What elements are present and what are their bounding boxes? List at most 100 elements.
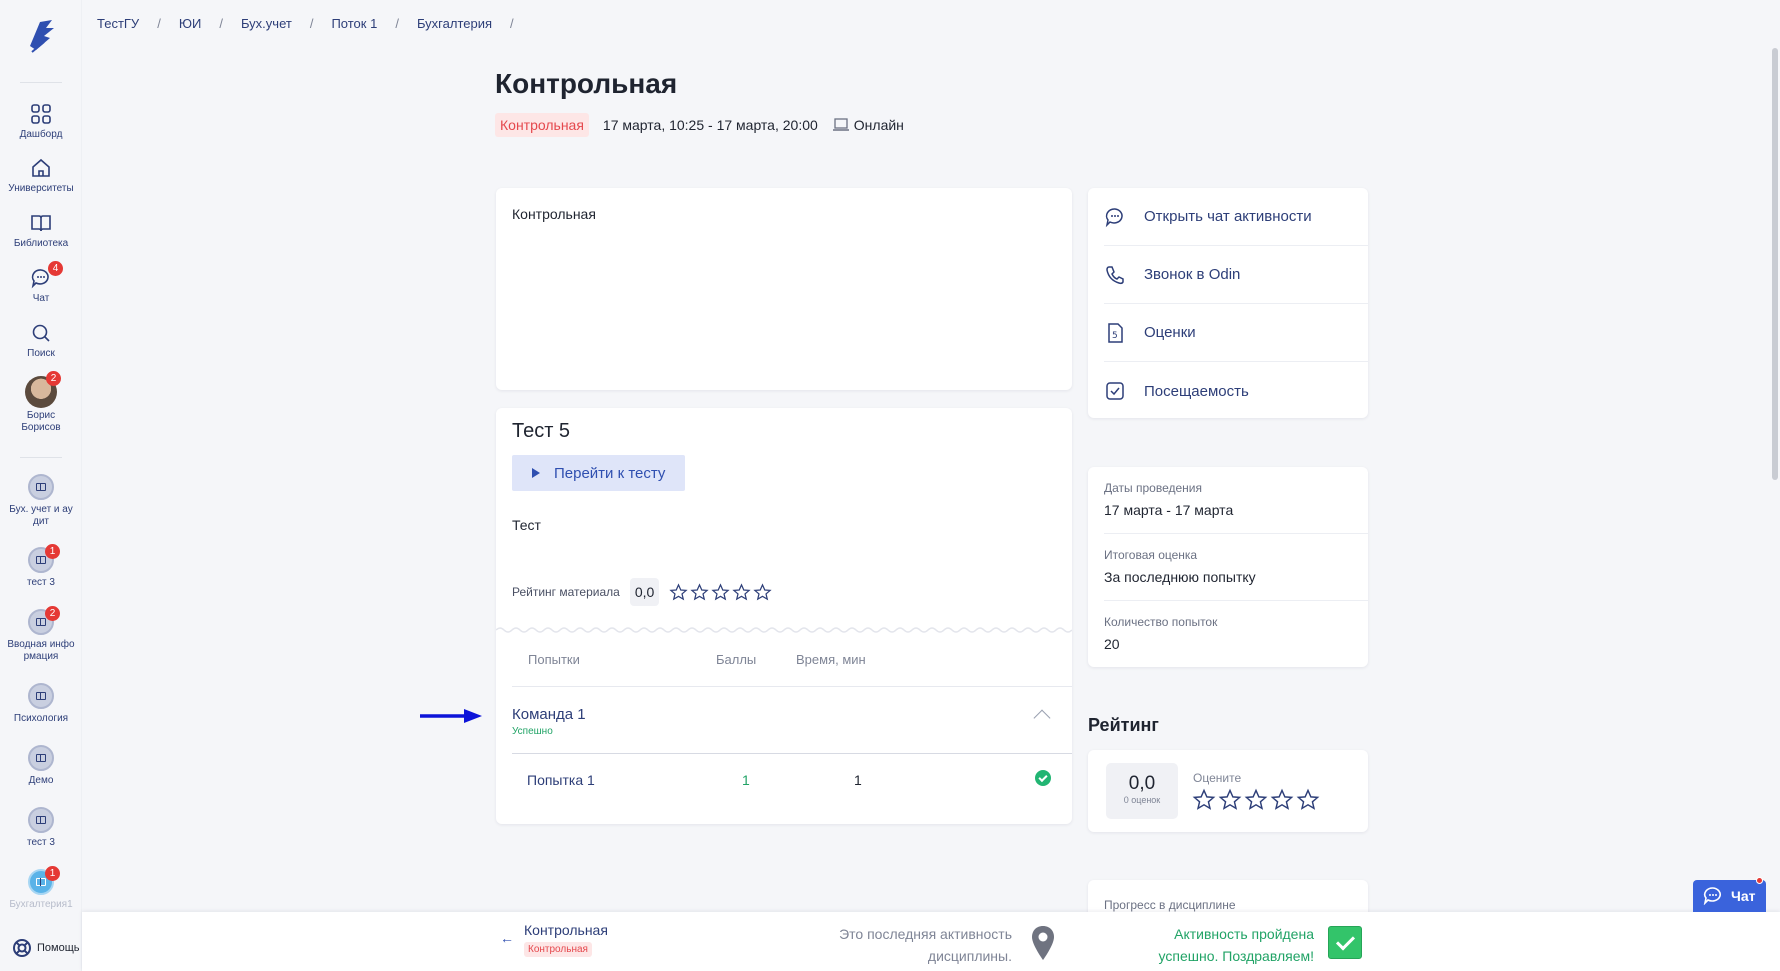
star-icon[interactable] xyxy=(1296,788,1320,812)
info-card: Даты проведения 17 марта - 17 марта Итог… xyxy=(1088,467,1368,667)
success-check-icon xyxy=(1035,770,1051,786)
star-icon[interactable] xyxy=(1244,788,1268,812)
laptop-icon xyxy=(832,118,849,131)
course-chat-icon: 1 xyxy=(28,866,60,895)
star-icon[interactable] xyxy=(690,582,709,602)
sidebar-item-label: Библиотека xyxy=(13,238,69,249)
map-pin-icon xyxy=(1032,926,1054,960)
column-header: Время, мин xyxy=(796,652,866,667)
sidebar-divider xyxy=(20,82,62,83)
svg-text:5: 5 xyxy=(1112,331,1118,341)
profile-badge: 2 xyxy=(46,371,61,386)
checkbox-icon xyxy=(1104,380,1126,402)
star-icon[interactable] xyxy=(732,582,751,602)
lifebuoy-icon xyxy=(13,939,31,957)
sidebar-item-dashboard[interactable]: Дашборд xyxy=(0,102,82,141)
success-note: Активность пройдена успешно. Поздравляем… xyxy=(1122,923,1314,967)
grades-icon: 5 xyxy=(1104,322,1126,344)
last-activity-line: Это последняя активность xyxy=(839,926,1012,942)
sidebar-divider xyxy=(20,457,62,458)
sidebar-course-0[interactable]: Бух. учет и ау дит xyxy=(0,474,82,528)
sidebar-item-chat[interactable]: 4 Чат xyxy=(0,261,82,305)
go-to-test-label: Перейти к тесту xyxy=(554,464,666,482)
course-label: тест 3 xyxy=(27,837,55,848)
star-icon[interactable] xyxy=(1270,788,1294,812)
help-label: Помощь xyxy=(37,942,80,954)
bottom-navigation-bar: ← Контрольная Контрольная Это последняя … xyxy=(82,912,1780,971)
sidebar-course-1[interactable]: 1 тест 3 xyxy=(0,544,82,589)
course-label: тест 3 xyxy=(27,577,55,588)
activity-meta: Контрольная 17 марта, 10:25 - 17 марта, … xyxy=(495,113,904,137)
breadcrumb-item[interactable]: ЮИ xyxy=(179,16,201,31)
rating-card: 0,0 0 оценок Оцените xyxy=(1088,750,1368,832)
sidebar-course-4[interactable]: Демо xyxy=(0,745,82,787)
previous-activity-tag: Контрольная xyxy=(524,942,592,957)
book-icon xyxy=(29,211,53,235)
course-label: рмация xyxy=(23,651,59,662)
help-link[interactable]: Помощь xyxy=(12,938,80,958)
rating-value: 0,0 xyxy=(1128,773,1156,794)
star-icon[interactable] xyxy=(669,582,688,602)
info-label: Итоговая оценка xyxy=(1104,548,1198,562)
sidebar-course-3[interactable]: Психология xyxy=(0,683,82,725)
go-to-test-button[interactable]: Перейти к тесту xyxy=(512,455,685,491)
attempt-name: Попытка 1 xyxy=(527,772,595,788)
sidebar-item-label: Университеты xyxy=(8,183,74,194)
info-value: 20 xyxy=(1104,636,1120,652)
rate-label: Оцените xyxy=(1193,771,1242,785)
course-label: Вводная инфо xyxy=(7,639,75,650)
sidebar-item-universities[interactable]: Университеты xyxy=(0,156,82,195)
column-header: Попытки xyxy=(528,652,580,667)
sidebar: Дашборд Университеты Библиотека 4 Чат По… xyxy=(0,0,82,971)
rate-stars[interactable] xyxy=(1192,788,1320,812)
chevron-up-icon[interactable] xyxy=(1033,709,1051,727)
course-label: Бухгалтерия1 xyxy=(9,899,73,910)
sidebar-course-5[interactable]: тест 3 xyxy=(0,807,82,849)
logo-icon[interactable] xyxy=(24,16,58,56)
notification-dot xyxy=(1756,877,1763,884)
breadcrumb-item[interactable]: Поток 1 xyxy=(331,16,377,31)
scrollbar[interactable] xyxy=(1772,48,1778,480)
user-name-line1: Борис xyxy=(26,410,56,421)
breadcrumb-item[interactable]: ТестГУ xyxy=(97,16,139,31)
info-value: 17 марта - 17 марта xyxy=(1104,502,1234,518)
sidebar-course-2[interactable]: 2 Вводная инфо рмация xyxy=(0,606,82,663)
search-icon xyxy=(29,321,53,345)
team-row[interactable]: Команда 1 Успешно xyxy=(512,706,586,737)
test-title: Тест 5 xyxy=(512,420,571,442)
success-line: успешно. Поздравляем! xyxy=(1158,948,1314,964)
info-value: За последнюю попытку xyxy=(1104,569,1256,585)
breadcrumb-item[interactable]: Бух.учет xyxy=(241,16,292,31)
breadcrumb: ТестГУ / ЮИ / Бух.учет / Поток 1/ Бухгалтер… xyxy=(97,16,514,31)
sidebar-item-library[interactable]: Библиотека xyxy=(0,211,82,250)
course-book-icon xyxy=(28,683,54,709)
sidebar-item-search[interactable]: Поиск xyxy=(0,321,82,360)
sidebar-item-profile[interactable]: 2 Борис Борисов xyxy=(0,371,82,434)
team-status: Успешно xyxy=(512,726,553,737)
course-label: Психология xyxy=(13,713,69,724)
info-label: Количество попыток xyxy=(1104,615,1218,629)
rating-count: 0 оценок xyxy=(1123,795,1161,805)
star-icon[interactable] xyxy=(711,582,730,602)
material-rating-stars[interactable] xyxy=(669,582,772,602)
chat-icon: 4 xyxy=(29,261,63,290)
star-icon[interactable] xyxy=(1192,788,1216,812)
star-icon[interactable] xyxy=(753,582,772,602)
odin-call-button[interactable]: Звонок в Odin xyxy=(1104,246,1368,304)
attendance-button[interactable]: Посещаемость xyxy=(1104,362,1368,420)
course-badge: 1 xyxy=(45,544,60,559)
star-icon[interactable] xyxy=(1218,788,1242,812)
table-divider xyxy=(512,686,1072,687)
chat-button[interactable]: Чат xyxy=(1693,877,1766,912)
grades-button[interactable]: 5 Оценки xyxy=(1104,304,1368,362)
last-activity-note: Это последняя активность дисциплины. xyxy=(822,923,1012,967)
open-activity-chat-button[interactable]: Открыть чат активности xyxy=(1104,188,1368,246)
previous-activity-link[interactable]: ← Контрольная Контрольная xyxy=(500,922,608,957)
attempt-score: 1 xyxy=(742,772,750,788)
checkmark-icon xyxy=(1328,926,1362,959)
sidebar-item-label: Дашборд xyxy=(19,129,63,140)
success-line: Активность пройдена xyxy=(1174,926,1314,942)
sidebar-course-6[interactable]: 1 Бухгалтерия1 xyxy=(0,866,82,911)
breadcrumb-item[interactable]: Бухгалтерия xyxy=(417,16,492,31)
online-label: Онлайн xyxy=(853,117,904,133)
